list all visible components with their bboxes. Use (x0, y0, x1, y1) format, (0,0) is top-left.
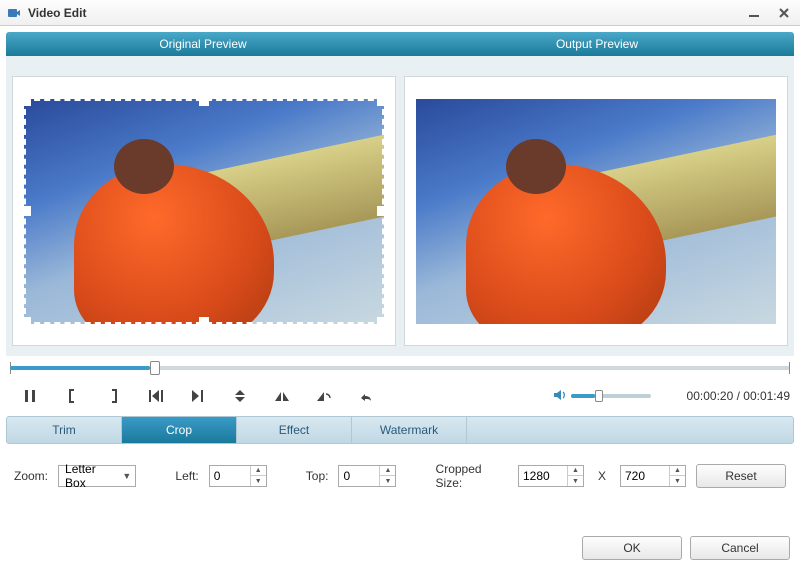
original-preview[interactable] (12, 76, 396, 346)
width-input[interactable]: ▲▼ (518, 465, 584, 487)
top-input[interactable]: ▲▼ (338, 465, 396, 487)
undo-icon[interactable] (356, 387, 376, 405)
height-input[interactable]: ▲▼ (620, 465, 686, 487)
chevron-down-icon: ▼ (122, 471, 131, 481)
bracket-close-icon[interactable] (104, 387, 124, 405)
zoom-label: Zoom: (14, 469, 48, 483)
crop-parameters: Zoom: Letter Box▼ Left: ▲▼ Top: ▲▼ Cropp… (14, 462, 786, 490)
spin-down-icon[interactable]: ▼ (568, 476, 583, 486)
cropped-size-label: Cropped Size: (436, 462, 508, 490)
size-separator: X (598, 469, 606, 483)
zoom-select[interactable]: Letter Box▼ (58, 465, 136, 487)
original-preview-label: Original Preview (6, 32, 400, 56)
spin-up-icon[interactable]: ▲ (670, 466, 685, 476)
spin-up-icon[interactable]: ▲ (380, 466, 395, 476)
rotate-icon[interactable] (314, 387, 334, 405)
close-button[interactable] (774, 5, 794, 21)
crop-handle-tr[interactable] (377, 99, 384, 106)
original-video-frame (24, 99, 384, 324)
tab-effect[interactable]: Effect (237, 417, 352, 443)
output-preview-label: Output Preview (400, 32, 794, 56)
timeline[interactable] (10, 360, 790, 376)
minimize-button[interactable] (744, 5, 764, 21)
volume-control[interactable] (553, 388, 651, 405)
flip-vertical-icon[interactable] (230, 387, 250, 405)
prev-frame-icon[interactable] (146, 387, 166, 405)
spin-down-icon[interactable]: ▼ (251, 476, 266, 486)
cancel-button[interactable]: Cancel (690, 536, 790, 560)
dialog-footer: OK Cancel (582, 536, 790, 560)
output-preview (404, 76, 788, 346)
crop-selection[interactable] (24, 99, 384, 324)
titlebar: Video Edit (0, 0, 800, 26)
window-title: Video Edit (28, 6, 744, 20)
tab-watermark[interactable]: Watermark (352, 417, 467, 443)
timeline-thumb[interactable] (150, 361, 160, 375)
speaker-icon[interactable] (553, 388, 567, 405)
left-input[interactable]: ▲▼ (209, 465, 267, 487)
spin-up-icon[interactable]: ▲ (251, 466, 266, 476)
top-label: Top: (306, 469, 329, 483)
output-video-frame (416, 99, 776, 324)
tab-crop[interactable]: Crop (122, 417, 237, 443)
bracket-open-icon[interactable] (62, 387, 82, 405)
flip-horizontal-icon[interactable] (272, 387, 292, 405)
timeline-progress (10, 366, 150, 370)
pause-icon[interactable] (20, 387, 40, 405)
playback-controls: 00:00:20 / 00:01:49 (10, 382, 790, 410)
volume-thumb[interactable] (595, 390, 603, 402)
reset-button[interactable]: Reset (696, 464, 786, 488)
next-frame-icon[interactable] (188, 387, 208, 405)
spin-down-icon[interactable]: ▼ (670, 476, 685, 486)
app-icon (6, 5, 22, 21)
spin-down-icon[interactable]: ▼ (380, 476, 395, 486)
tab-trim[interactable]: Trim (7, 417, 122, 443)
timecode: 00:00:20 / 00:01:49 (687, 389, 790, 403)
edit-tabs: Trim Crop Effect Watermark (6, 416, 794, 444)
preview-header: Original Preview Output Preview (6, 32, 794, 56)
crop-handle-br[interactable] (377, 317, 384, 324)
crop-handle-bl[interactable] (24, 317, 31, 324)
preview-area (6, 56, 794, 356)
crop-handle-ml[interactable] (24, 206, 31, 216)
crop-handle-tl[interactable] (24, 99, 31, 106)
crop-handle-bc[interactable] (199, 317, 209, 324)
crop-handle-tc[interactable] (199, 99, 209, 106)
left-label: Left: (175, 469, 198, 483)
ok-button[interactable]: OK (582, 536, 682, 560)
crop-handle-mr[interactable] (377, 206, 384, 216)
spin-up-icon[interactable]: ▲ (568, 466, 583, 476)
